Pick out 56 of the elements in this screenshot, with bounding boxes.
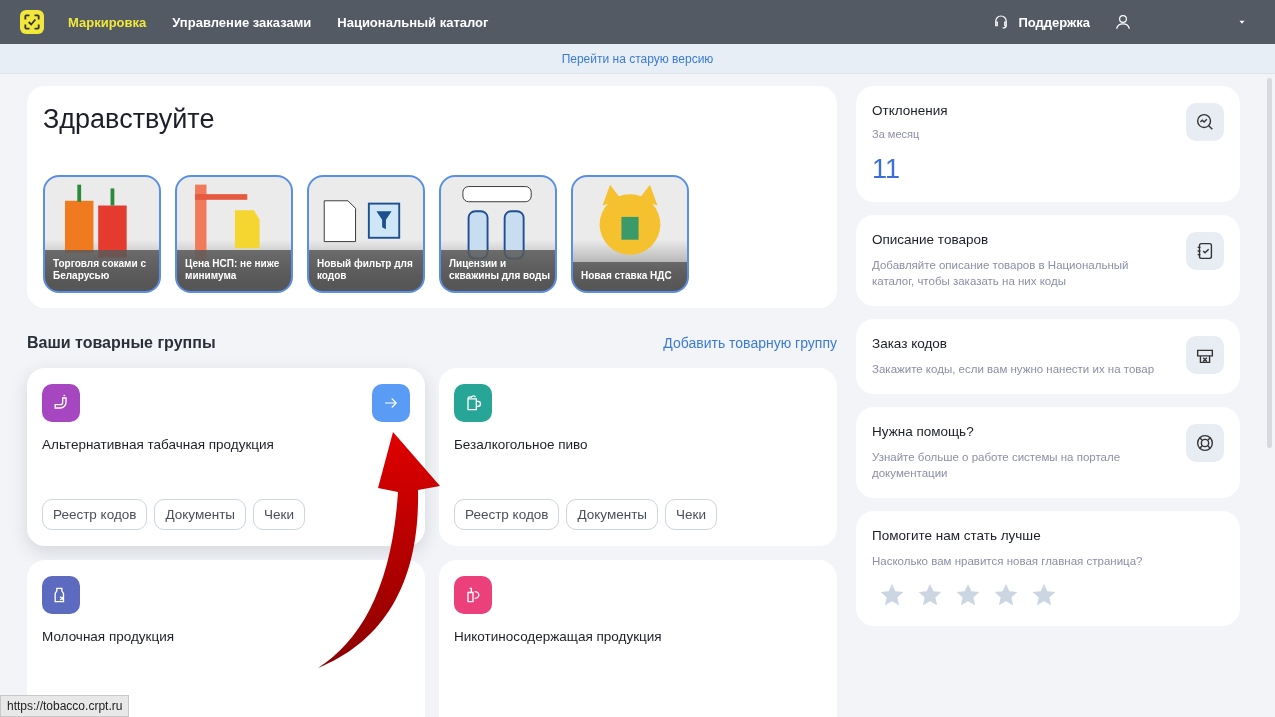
side-card[interactable]: Отклонения За месяц 11 xyxy=(856,86,1240,202)
arrow-button[interactable] xyxy=(372,384,410,422)
metric-value: 11 xyxy=(872,154,902,185)
product-group-name: Безалкогольное пиво xyxy=(454,437,589,452)
story-caption: Лицензии и скважины для воды xyxy=(441,250,555,291)
card-title: Описание товаров xyxy=(872,232,990,247)
story-card[interactable]: Лицензии и скважины для воды xyxy=(439,175,557,293)
card-title: Нужна помощь? xyxy=(872,424,975,439)
scrollbar[interactable] xyxy=(1267,78,1272,448)
product-group-card[interactable]: Никотиносодержащая продукция xyxy=(439,560,837,717)
nav-tab[interactable]: Национальный каталог xyxy=(337,14,489,30)
card-text: Закажите коды, если вам нужно нанести их на товар xyxy=(872,362,1156,377)
chip-button[interactable]: Документы xyxy=(566,499,659,530)
nav-tab[interactable]: Маркировка xyxy=(68,14,147,30)
support-link[interactable]: Поддержка xyxy=(1018,14,1090,30)
product-group-card[interactable]: Альтернативная табачная продукция Реестр кодов Документы Чеки xyxy=(27,368,425,546)
story-card[interactable]: Торговля соками с Беларусью xyxy=(43,175,161,293)
card-title: Помогите нам стать лучше xyxy=(872,528,1042,543)
story-card[interactable]: Новая ставка НДС xyxy=(571,175,689,293)
product-group-name: Альтернативная табачная продукция xyxy=(42,437,275,452)
side-card[interactable]: Заказ кодов Закажите коды, если вам нужно нанести их на товар xyxy=(856,319,1240,394)
story-caption: Новая ставка НДС xyxy=(573,262,687,291)
card-text: Насколько вам нравится новая главная страница? xyxy=(872,554,1144,569)
chip-button[interactable]: Документы xyxy=(154,499,247,530)
story-caption: Торговля соками с Беларусью xyxy=(45,250,159,291)
card-text: Узнайте больше о работе системы на портале документации xyxy=(872,450,1122,481)
card-title: Отклонения xyxy=(872,103,949,118)
old-version-link[interactable]: Перейти на старую версию xyxy=(561,51,714,66)
logo-icon[interactable] xyxy=(20,10,44,34)
side-card[interactable]: Помогите нам стать лучше Насколько вам нравится новая главная страница? xyxy=(856,511,1240,626)
section-title: Ваши товарные группы xyxy=(27,334,216,352)
chip-button[interactable]: Реестр кодов xyxy=(454,499,560,530)
story-caption: Новый фильтр для кодов xyxy=(309,250,423,291)
lifebuoy-icon[interactable] xyxy=(1186,424,1224,462)
chip-button[interactable]: Чеки xyxy=(665,499,717,530)
card-subtitle: За месяц xyxy=(872,128,921,140)
side-card[interactable]: Нужна помощь? Узнайте больше о работе системы на портале документации xyxy=(856,407,1240,498)
greeting-title: Здравствуйте xyxy=(43,104,216,135)
card-text: Добавляйте описание товаров в Национальный каталог, чтобы заказать на них коды xyxy=(872,258,1130,289)
nav-tab[interactable]: Управление заказами xyxy=(172,14,312,30)
printer-icon[interactable] xyxy=(1186,336,1224,374)
story-caption: Цена НСП: не ниже минимума xyxy=(177,250,291,291)
product-group-card[interactable]: Безалкогольное пиво Реестр кодов Документы Чеки xyxy=(439,368,837,546)
product-group-name: Никотиносодержащая продукция xyxy=(454,629,663,644)
chart-search-icon[interactable] xyxy=(1186,103,1224,141)
status-url: https://tobacco.crpt.ru xyxy=(0,695,130,717)
side-card[interactable]: Описание товаров Добавляйте описание товаров в Национальный каталог, чтобы заказать на них коды xyxy=(856,215,1240,306)
product-group-name: Молочная продукция xyxy=(42,629,176,644)
card-title: Заказ кодов xyxy=(872,336,948,351)
checklist-icon[interactable] xyxy=(1186,232,1224,270)
add-group-link[interactable]: Добавить товарную группу xyxy=(663,335,837,351)
user-icon[interactable] xyxy=(1114,13,1132,31)
story-card[interactable]: Цена НСП: не ниже минимума xyxy=(175,175,293,293)
chip-button[interactable]: Чеки xyxy=(253,499,305,530)
chip-button[interactable]: Реестр кодов xyxy=(42,499,148,530)
story-card[interactable]: Новый фильтр для кодов xyxy=(307,175,425,293)
